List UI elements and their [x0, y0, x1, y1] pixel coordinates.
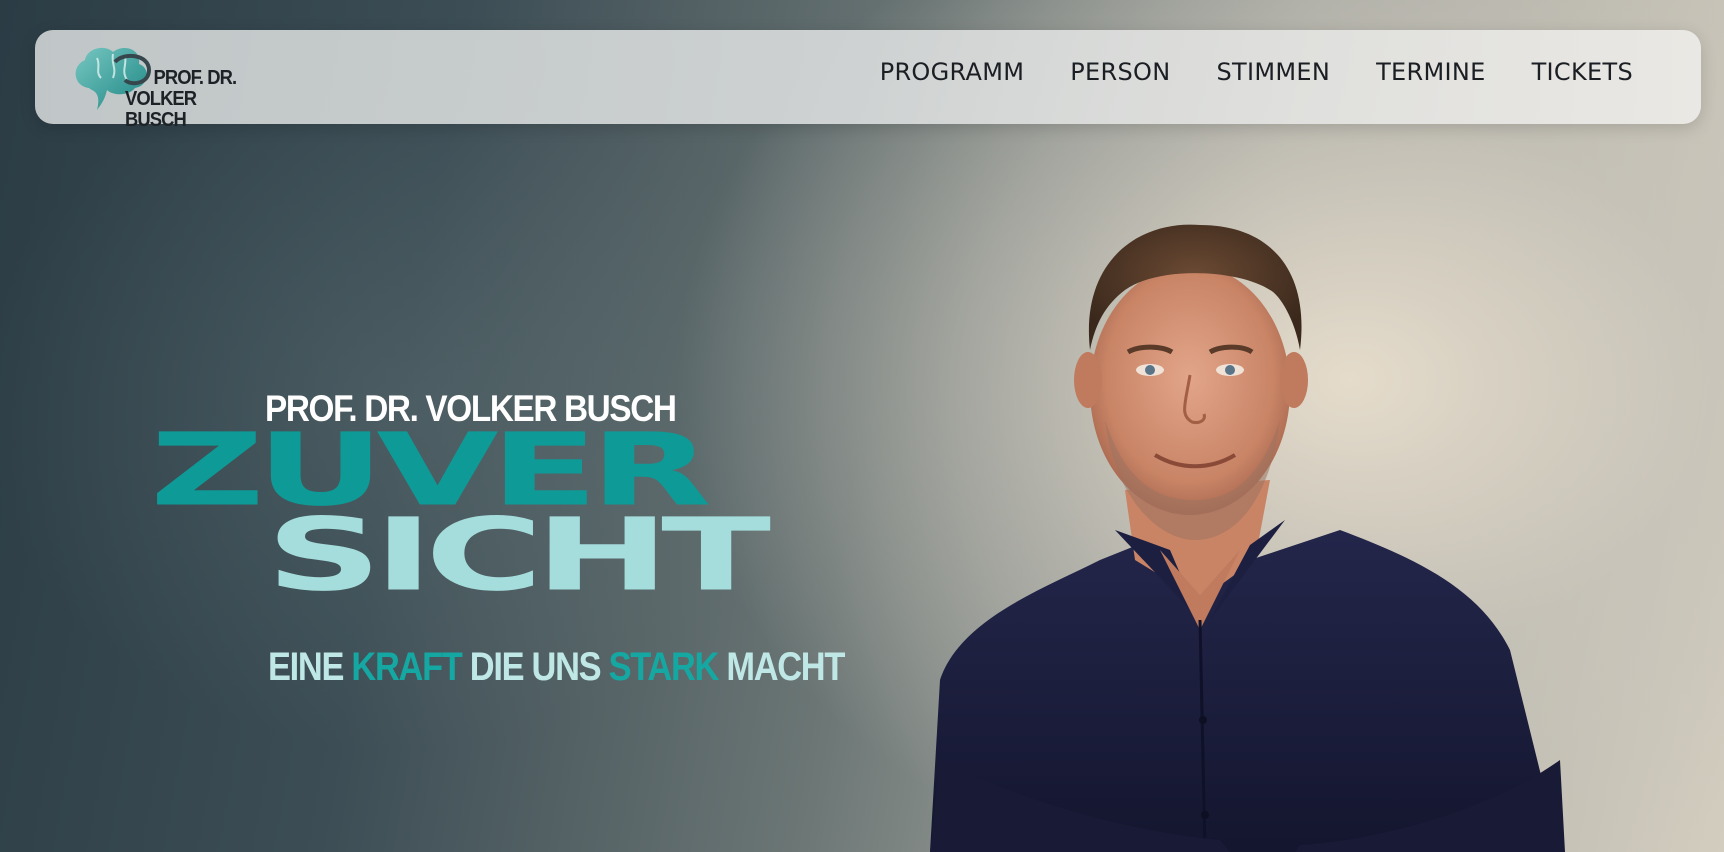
- hero-title-part-2: SICHT: [266, 496, 771, 614]
- main-nav: PROGRAMM PERSON STIMMEN TERMINE TICKETS: [880, 58, 1633, 86]
- nav-item-termine[interactable]: TERMINE: [1376, 58, 1486, 86]
- logo-line-2: VOLKER BUSCH: [125, 88, 197, 131]
- speaker-portrait: [930, 224, 1565, 852]
- nav-item-programm[interactable]: PROGRAMM: [880, 58, 1025, 86]
- tagline-word-3: DIE UNS: [469, 645, 602, 689]
- nav-item-tickets[interactable]: TICKETS: [1532, 58, 1633, 86]
- top-navbar: PROF. DR. VOLKER BUSCH PROGRAMM PERSON S…: [35, 30, 1701, 131]
- nav-item-stimmen[interactable]: STIMMEN: [1216, 58, 1330, 86]
- tagline-word-4: STARK: [608, 645, 720, 689]
- logo-line-1: PROF. DR.: [153, 67, 238, 89]
- tagline-word-5: MACHT: [726, 645, 845, 689]
- tagline-word-2: KRAFT: [351, 645, 462, 689]
- site-logo[interactable]: PROF. DR. VOLKER BUSCH: [69, 40, 269, 131]
- nav-item-person[interactable]: PERSON: [1070, 58, 1170, 86]
- hero-tagline: EINE KRAFT DIE UNS STARK MACHT: [268, 645, 845, 690]
- tagline-word-1: EINE: [268, 645, 344, 689]
